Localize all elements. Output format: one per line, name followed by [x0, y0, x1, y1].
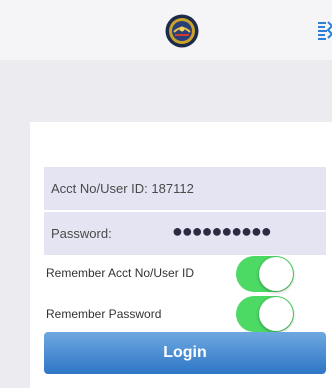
- toggle-knob: [259, 257, 293, 291]
- password-label: Password:: [51, 226, 112, 241]
- seal-logo-icon: [165, 14, 199, 48]
- acct-label: Acct No/User ID:: [51, 181, 148, 196]
- remember-acct-label: Remember Acct No/User ID: [46, 266, 195, 280]
- remember-acct-toggle[interactable]: [236, 256, 294, 292]
- toggle-knob: [259, 297, 293, 331]
- acct-field[interactable]: Acct No/User ID: 187112: [44, 167, 326, 210]
- password-value: ●●●●●●●●●●: [172, 221, 272, 241]
- remember-password-toggle[interactable]: [236, 296, 294, 332]
- login-button[interactable]: Login: [44, 332, 326, 374]
- password-field[interactable]: Password: ●●●●●●●●●●: [44, 212, 326, 255]
- top-bar: [0, 0, 332, 60]
- acct-value: 187112: [151, 181, 194, 196]
- app-icon[interactable]: [316, 20, 332, 42]
- remember-password-label: Remember Password: [46, 307, 162, 321]
- acct-label-value: Acct No/User ID: 187112: [51, 181, 194, 196]
